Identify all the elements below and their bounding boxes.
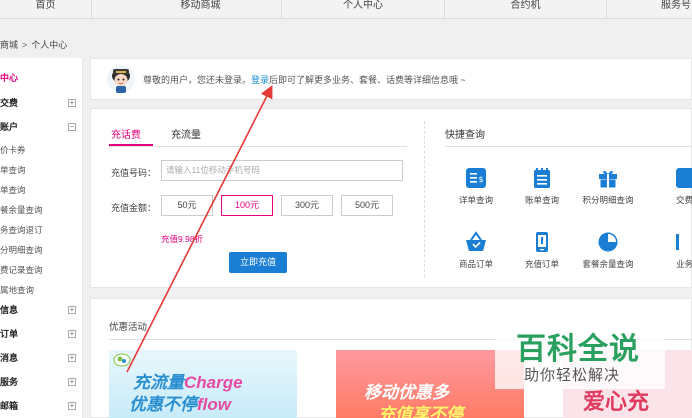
pie-icon xyxy=(598,232,618,252)
recharge-order-icon xyxy=(536,232,548,252)
gift-icon xyxy=(599,170,617,188)
quick-bill-query[interactable]: 账单查询 xyxy=(506,167,578,206)
amount-option[interactable]: 500元 xyxy=(341,195,393,216)
divider xyxy=(424,121,425,277)
collapse-icon[interactable]: − xyxy=(68,123,76,131)
sidebar-item-messages[interactable]: 消息 + xyxy=(0,348,83,368)
nav-personal-center[interactable]: 个人中心 xyxy=(282,0,445,18)
quick-service[interactable]: 业务 xyxy=(638,231,692,270)
sidebar-item-center[interactable]: 中心 xyxy=(0,68,83,88)
breadcrumb-current: 个人中心 xyxy=(31,40,68,50)
top-navigation: 首页 移动商城 个人中心 合约机 服务号 xyxy=(0,0,692,19)
sidebar-subitem-payment-record[interactable]: 费记录查询 xyxy=(0,260,83,280)
recharge-now-button[interactable]: 立即充值 xyxy=(229,252,287,273)
sidebar-item-info[interactable]: 信息 + xyxy=(0,300,83,320)
nav-mall[interactable]: 移动商城 xyxy=(120,0,282,18)
sidebar-item-orders[interactable]: 订单 + xyxy=(0,324,83,344)
nav-contract-phone[interactable]: 合约机 xyxy=(445,0,607,18)
sidebar: 中心 交费 + 账户 − 价卡券 单查询 单查询 餐余量查询 务查询退订 分明细查询… xyxy=(0,58,83,418)
expand-icon[interactable]: + xyxy=(68,99,76,107)
bill-detail-icon: $ xyxy=(466,168,486,188)
bill-icon xyxy=(534,168,550,188)
amount-label: 充值金额： xyxy=(111,203,157,213)
expand-icon[interactable]: + xyxy=(68,402,76,410)
breadcrumb: 商城 > 个人中心 xyxy=(0,40,68,50)
recharge-panel: 充话费 充流量 充值号码： 请输入11位移动手机号码 充值金额： 50元 100… xyxy=(90,108,692,288)
breadcrumb-mall[interactable]: 商城 xyxy=(0,40,18,50)
discount-text: 充值9.98折 xyxy=(161,234,204,244)
quick-query-title: 快捷查询 xyxy=(445,130,485,141)
pay-icon xyxy=(676,168,692,188)
tab-data[interactable]: 充流量 xyxy=(171,126,201,141)
svg-text:$: $ xyxy=(478,175,483,184)
sidebar-item-account[interactable]: 账户 − xyxy=(0,117,83,137)
phone-number-input[interactable]: 请输入11位移动手机号码 xyxy=(161,160,403,181)
active-tab-indicator xyxy=(109,144,153,146)
quick-product-orders[interactable]: 商品订单 xyxy=(440,231,512,270)
basket-icon xyxy=(466,231,486,251)
sidebar-subitem-points[interactable]: 分明细查询 xyxy=(0,240,83,260)
service-icon xyxy=(676,234,679,250)
sidebar-subitem-package[interactable]: 餐余量查询 xyxy=(0,200,83,220)
login-message: 尊敬的用户，您还未登录。登录后即可了解更多业务、套餐、话费等详细信息哦 ~ xyxy=(143,75,466,85)
expand-icon[interactable]: + xyxy=(68,354,76,362)
sidebar-subitem-detail[interactable]: 单查询 xyxy=(0,160,83,180)
watermark: 百科全说 助你轻松解决 xyxy=(495,321,665,389)
promo-banner-data[interactable]: 充流量Charge 优惠不停flow xyxy=(109,350,297,418)
quick-recharge-orders[interactable]: 充值订单 xyxy=(506,231,578,270)
avatar xyxy=(107,65,135,93)
amount-option[interactable]: 300元 xyxy=(281,195,333,216)
expand-icon[interactable]: + xyxy=(68,306,76,314)
login-link[interactable]: 登录 xyxy=(251,75,269,85)
amount-option[interactable]: 50元 xyxy=(161,195,213,216)
sidebar-subitem-location[interactable]: 属地查询 xyxy=(0,280,83,300)
amount-option-selected[interactable]: 100元 xyxy=(221,195,273,216)
phone-label: 充值号码： xyxy=(111,168,157,178)
tab-phone-bill[interactable]: 充话费 xyxy=(111,126,141,141)
nav-home[interactable]: 首页 xyxy=(0,0,92,18)
sidebar-subitem-bill[interactable]: 单查询 xyxy=(0,180,83,200)
quick-points-query[interactable]: 积分明细查询 xyxy=(572,167,644,206)
sidebar-item-pay[interactable]: 交费 + xyxy=(0,93,83,113)
sidebar-subitem-card[interactable]: 价卡券 xyxy=(0,140,83,160)
sidebar-item-mail[interactable]: 邮箱 + xyxy=(0,396,83,416)
sidebar-item-service[interactable]: 服务 + xyxy=(0,372,83,392)
mobile-logo-icon xyxy=(113,353,131,367)
quick-pay[interactable]: 交费 xyxy=(638,167,692,206)
quick-package-balance[interactable]: 套餐余量查询 xyxy=(572,231,644,270)
expand-icon[interactable]: + xyxy=(68,330,76,338)
sidebar-subitem-unsubscribe[interactable]: 务查询退订 xyxy=(0,220,83,240)
quick-detail-query[interactable]: $ 详单查询 xyxy=(440,167,512,206)
expand-icon[interactable]: + xyxy=(68,378,76,386)
promotions-title: 优惠活动 xyxy=(109,322,148,333)
nav-service[interactable]: 服务号 xyxy=(607,0,692,18)
welcome-bar: 尊敬的用户，您还未登录。登录后即可了解更多业务、套餐、话费等详细信息哦 ~ xyxy=(90,58,692,100)
